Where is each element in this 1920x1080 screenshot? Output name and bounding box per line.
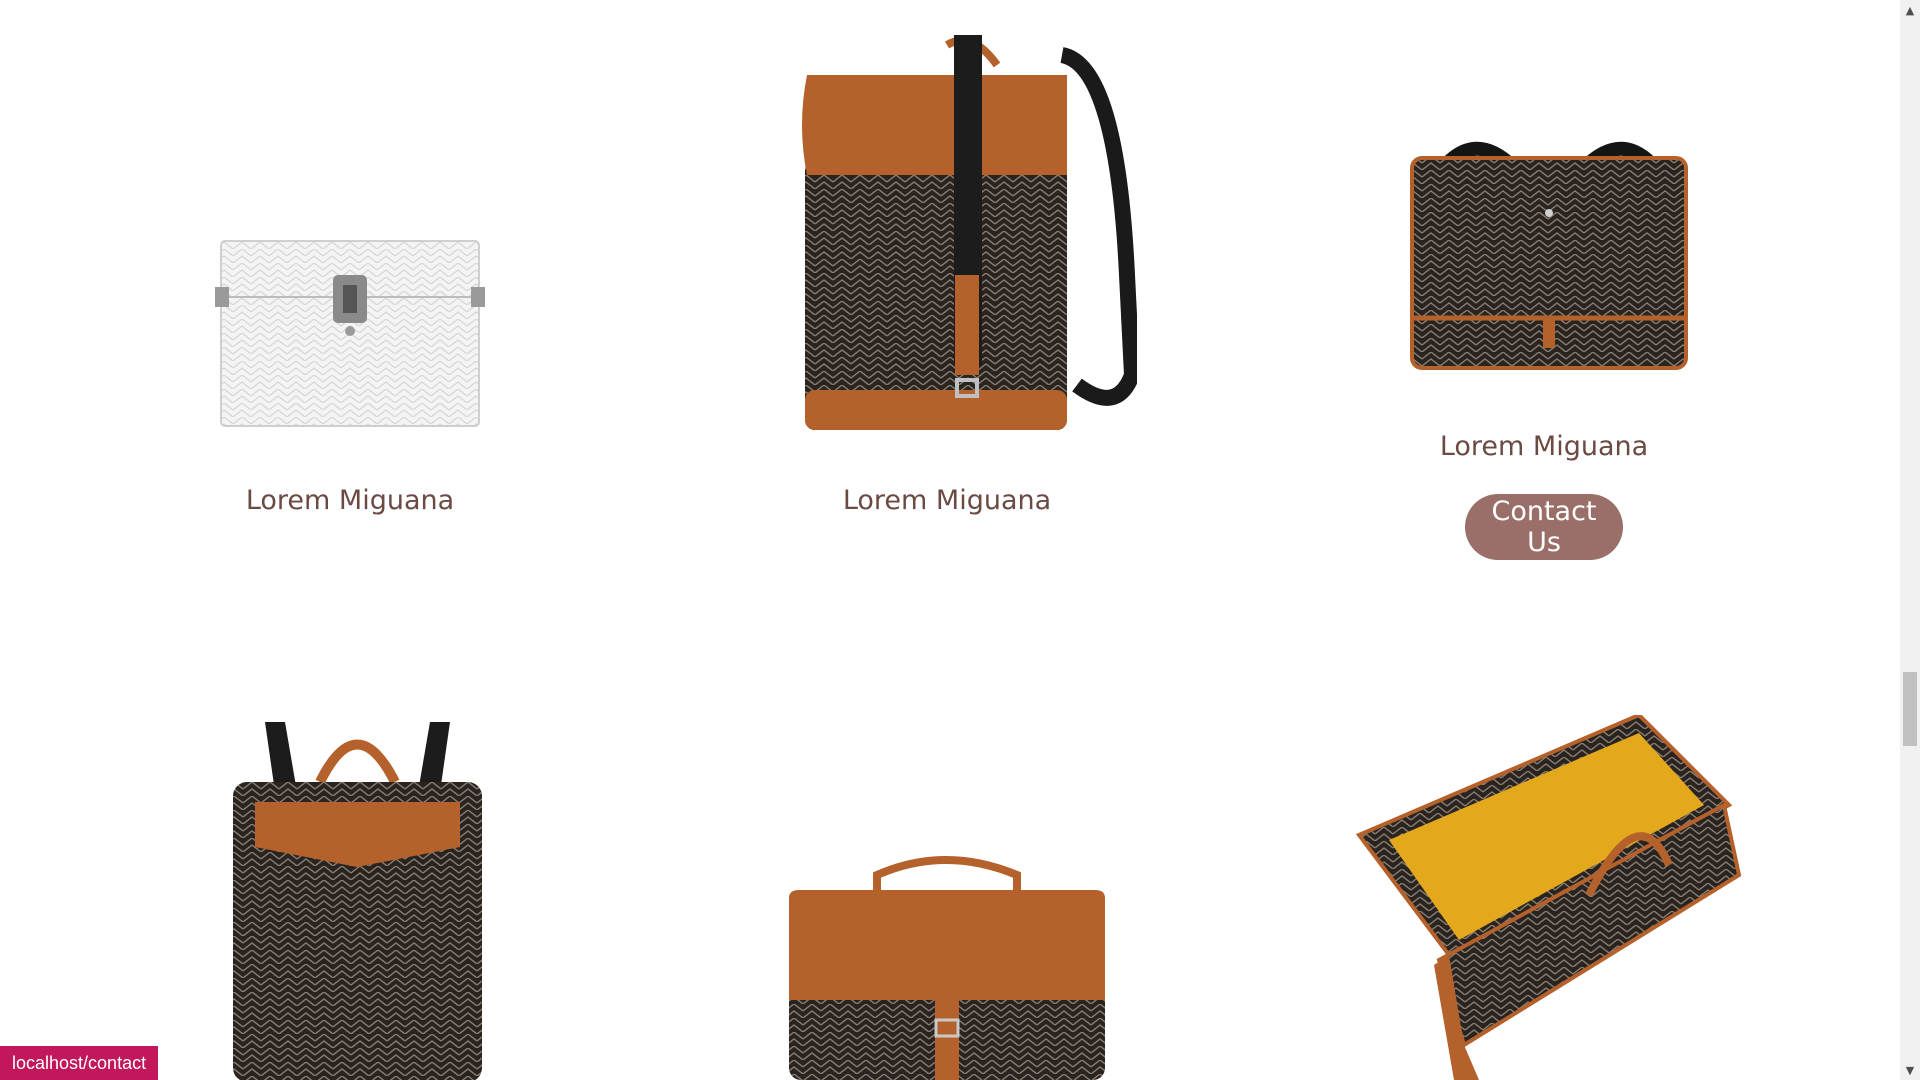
open-trunk-case-image (1355, 715, 1742, 1080)
product-card[interactable]: Lorem Miguana Contact Us (1244, 0, 1844, 560)
product-card[interactable] (50, 700, 650, 1080)
product-card[interactable] (1244, 700, 1844, 1080)
white-trunk-case-image (215, 240, 485, 427)
goyard-backpack-image (802, 35, 1137, 430)
contact-us-button[interactable]: Contact Us (1465, 494, 1623, 560)
product-card[interactable]: Lorem Miguana (50, 0, 650, 560)
scroll-up-arrow-icon[interactable]: ▲ (1900, 0, 1920, 20)
product-name: Lorem Miguana (1439, 431, 1649, 462)
flat-backpack-image (233, 722, 482, 1080)
product-card[interactable]: Lorem Miguana (647, 0, 1247, 560)
product-grid-page: Lorem Miguana Lorem Miguana Lorem Miguan… (0, 0, 1900, 1080)
product-card[interactable] (647, 700, 1247, 1080)
vertical-scrollbar[interactable]: ▲ ▼ (1900, 0, 1920, 1080)
product-name: Lorem Miguana (842, 485, 1052, 516)
scrollbar-thumb[interactable] (1903, 672, 1917, 746)
leather-flap-bag-image (789, 856, 1105, 1080)
messenger-bag-image (1410, 141, 1688, 370)
scroll-down-arrow-icon[interactable]: ▼ (1900, 1060, 1920, 1080)
status-bar-url: localhost/contact (0, 1046, 159, 1080)
product-name: Lorem Miguana (245, 485, 455, 516)
